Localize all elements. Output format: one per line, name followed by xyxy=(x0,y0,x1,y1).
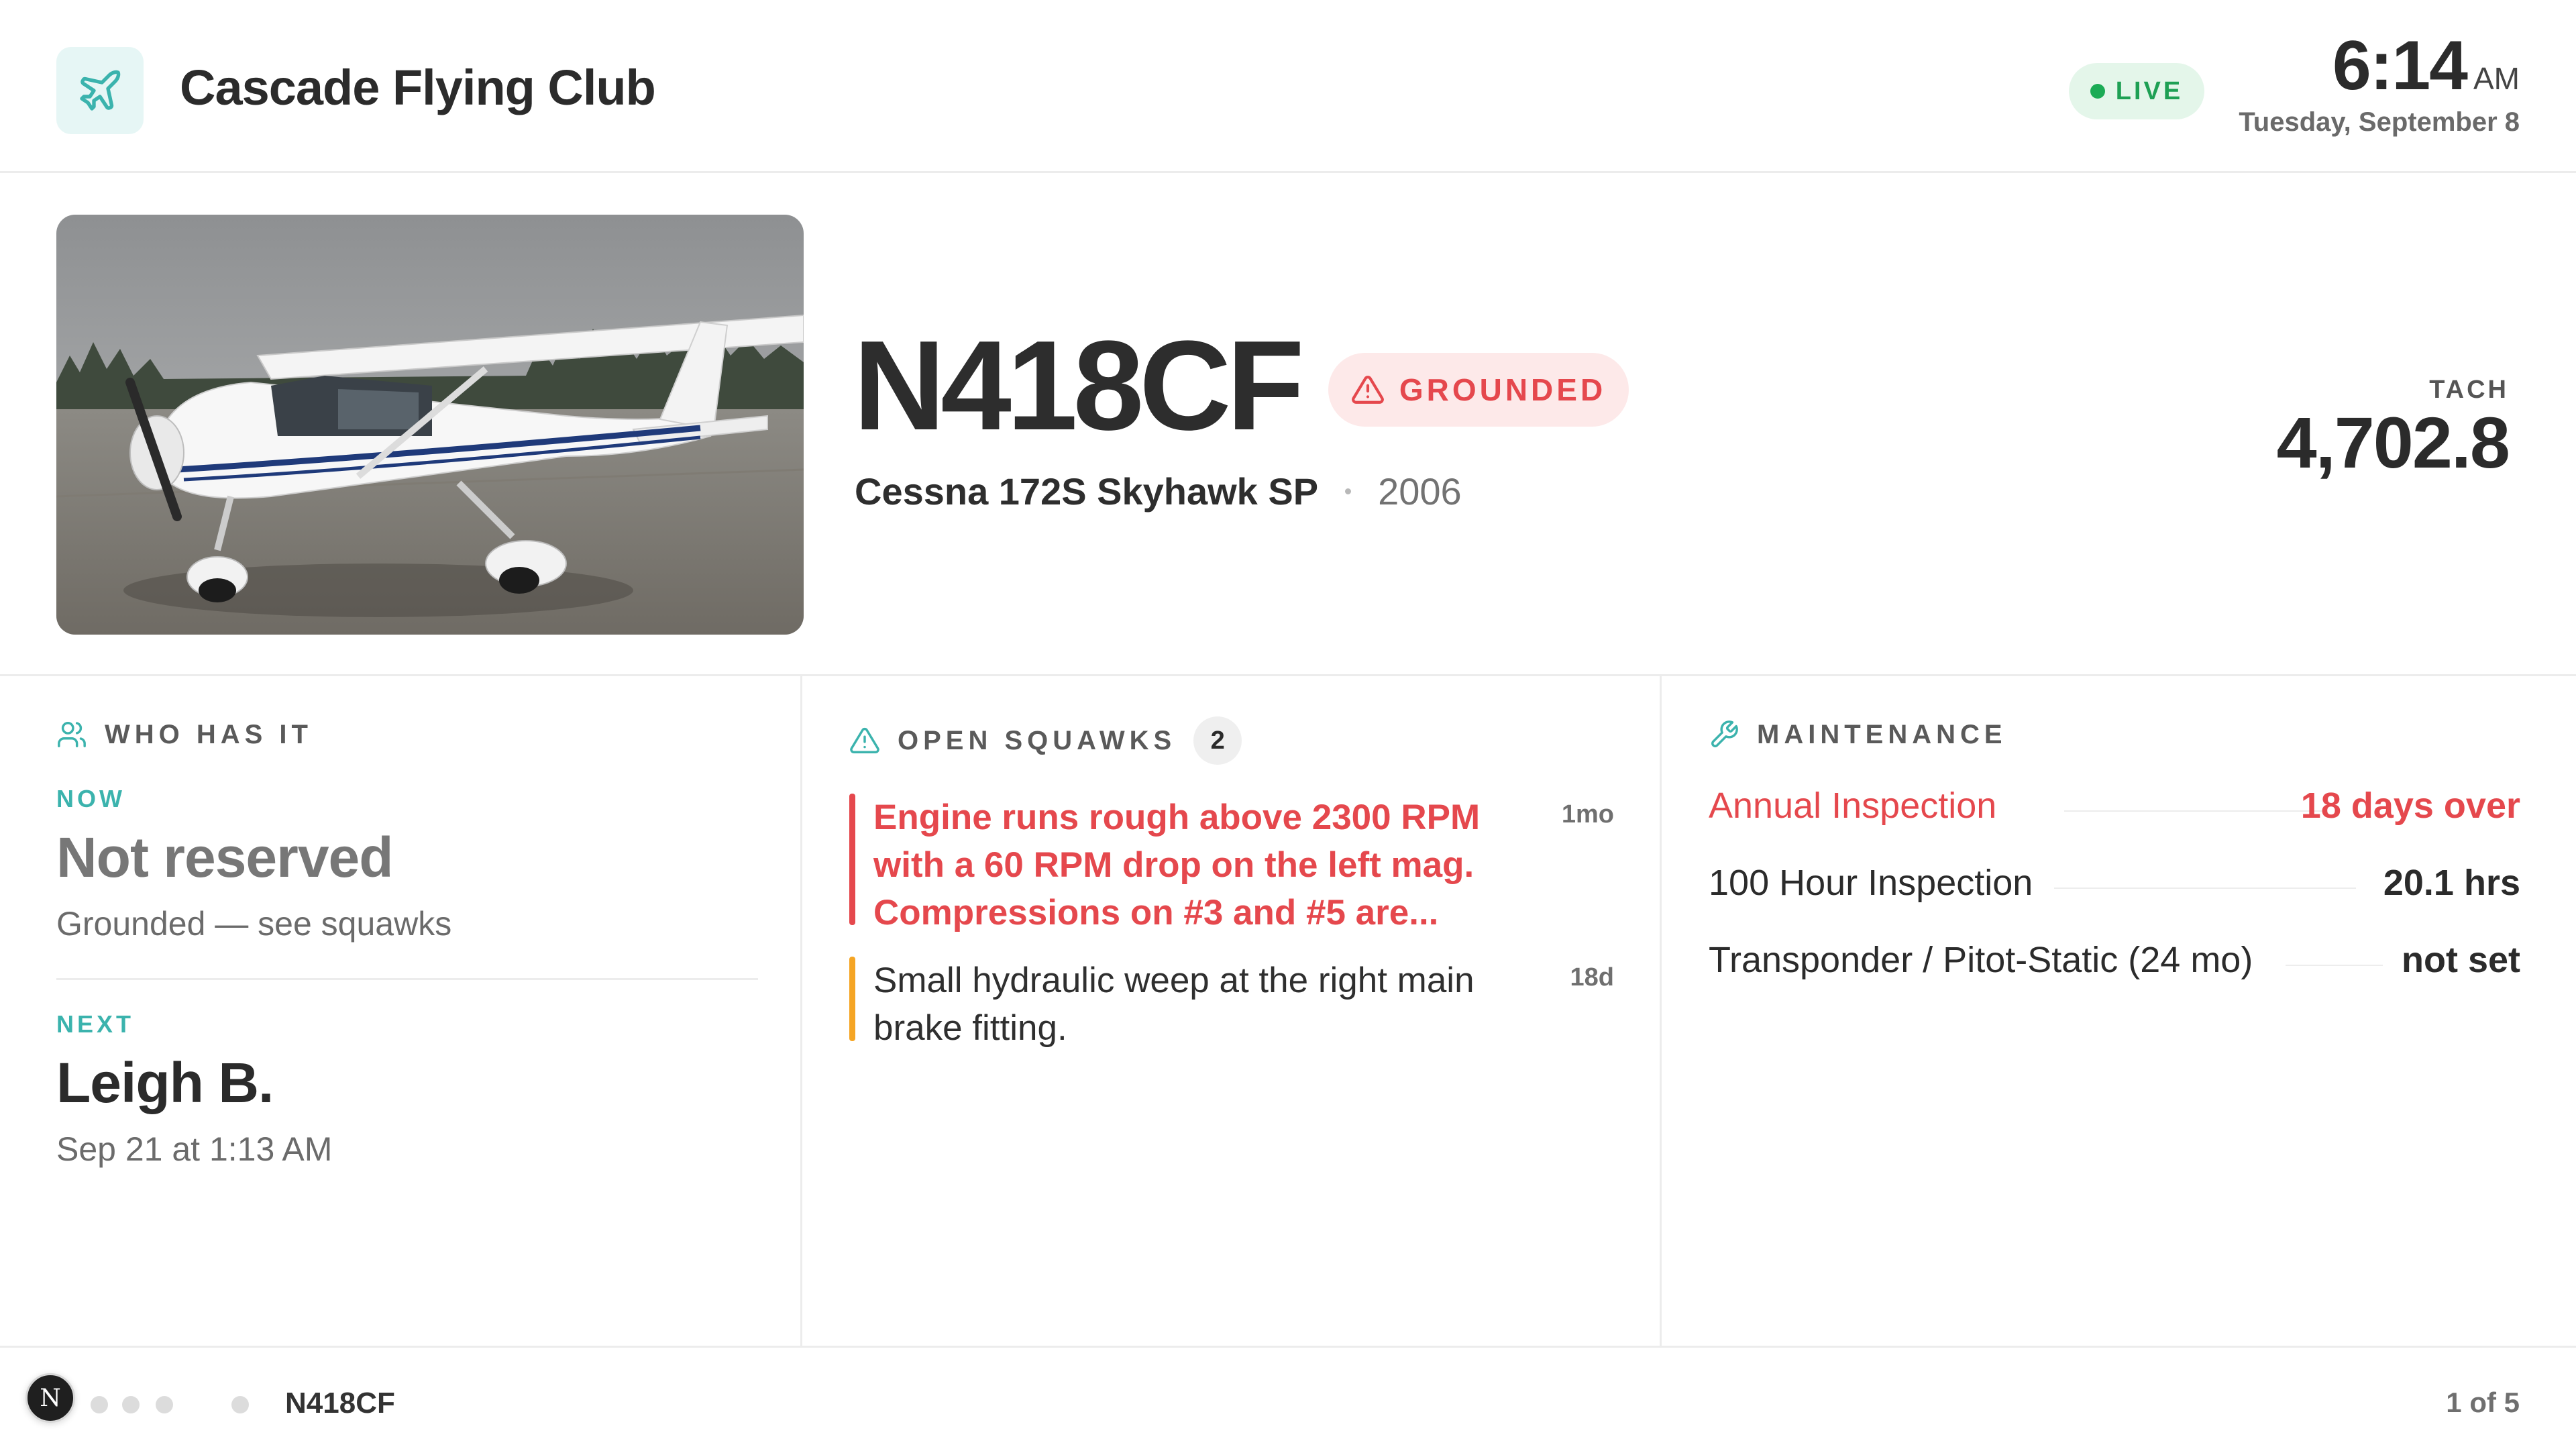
airplane-icon xyxy=(80,70,121,111)
open-squawks-header: OPEN SQUAWKS 2 xyxy=(849,716,1242,765)
squawk-item[interactable]: Engine runs rough above 2300 RPM with a … xyxy=(849,794,1614,932)
severity-bar xyxy=(849,957,855,1041)
wrench-icon xyxy=(1711,720,1738,747)
squawk-text: Small hydraulic weep at the right main b… xyxy=(873,961,1474,1048)
maintenance-item-name: Transponder / Pitot-Static (24 mo) xyxy=(1709,940,2253,980)
clock-time: 6:14 xyxy=(2332,27,2468,105)
users-icon xyxy=(58,722,86,747)
squawk-age: 18d xyxy=(1570,963,1614,991)
live-label: LIVE xyxy=(2115,76,2184,105)
page-dot[interactable] xyxy=(91,1396,108,1413)
who-has-it-header: WHO HAS IT xyxy=(56,719,313,750)
page-dot[interactable] xyxy=(156,1396,173,1413)
footer-tail-number: N418CF xyxy=(285,1387,395,1419)
squawk-age: 1mo xyxy=(1561,800,1614,828)
tail-number: N418CF xyxy=(853,315,1304,457)
maintenance-header: MAINTENANCE xyxy=(1709,719,2007,750)
leader-line xyxy=(2064,810,2326,812)
club-logo xyxy=(56,47,144,134)
panel-divider xyxy=(56,978,758,980)
leader-line xyxy=(2054,888,2356,889)
maintenance-item-name: Annual Inspection xyxy=(1709,786,1997,826)
maintenance-title: MAINTENANCE xyxy=(1757,719,2007,749)
squawk-count-badge: 2 xyxy=(1193,716,1242,765)
page-dot[interactable] xyxy=(122,1396,140,1413)
now-label: NOW xyxy=(56,785,125,812)
clock-date: Tuesday, September 8 xyxy=(2239,107,2520,137)
live-badge: LIVE xyxy=(2069,63,2204,119)
club-name: Cascade Flying Club xyxy=(180,60,656,115)
aircraft-model-line: Cessna 172S Skyhawk SP 2006 xyxy=(855,470,1462,513)
tach-value: 4,702.8 xyxy=(2276,402,2510,483)
warning-triangle-icon xyxy=(1351,376,1384,404)
page-indicator: 1 of 5 xyxy=(2446,1387,2520,1418)
next-label: NEXT xyxy=(56,1010,135,1038)
grounded-label: GROUNDED xyxy=(1399,372,1607,407)
aircraft-model: Cessna 172S Skyhawk SP xyxy=(855,470,1319,513)
info-panels: WHO HAS IT NOW Not reserved Grounded — s… xyxy=(0,676,2576,1346)
maintenance-item-value: not set xyxy=(2401,940,2520,980)
severity-bar xyxy=(849,794,855,925)
footer-bar: N N418CF 1 of 5 xyxy=(0,1346,2576,1449)
aircraft-hero: N418CF GROUNDED Cessna 172S Skyhawk SP 2… xyxy=(0,173,2576,676)
leader-line xyxy=(2286,965,2383,966)
grounded-status-badge: GROUNDED xyxy=(1328,353,1629,427)
clock-ampm: AM xyxy=(2473,61,2520,96)
live-dot-icon xyxy=(2090,84,2105,99)
open-squawks-panel: OPEN SQUAWKS 2 Engine runs rough above 2… xyxy=(802,676,1662,1346)
next-reservation-name: Leigh B. xyxy=(56,1051,274,1114)
maintenance-item-value: 20.1 hrs xyxy=(2383,863,2520,903)
aircraft-year: 2006 xyxy=(1378,470,1462,513)
squawk-text: Engine runs rough above 2300 RPM with a … xyxy=(873,798,1481,932)
now-subtext: Grounded — see squawks xyxy=(56,905,452,943)
warning-triangle-icon xyxy=(850,728,879,753)
aircraft-photo xyxy=(56,215,804,635)
clock: 6:14 AM Tuesday, September 8 xyxy=(2239,31,2520,138)
n-badge-icon[interactable]: N xyxy=(25,1373,75,1423)
tach-readout: TACH 4,702.8 xyxy=(2276,376,2510,483)
squawk-item[interactable]: Small hydraulic weep at the right main b… xyxy=(849,957,1614,1057)
maintenance-row-transponder[interactable]: Transponder / Pitot-Static (24 mo) not s… xyxy=(1709,936,2520,983)
open-squawks-title: OPEN SQUAWKS xyxy=(898,725,1177,755)
maintenance-row-annual[interactable]: Annual Inspection 18 days over xyxy=(1709,782,2520,829)
page-dot[interactable] xyxy=(231,1396,249,1413)
header-bar: Cascade Flying Club LIVE 6:14 AM Tuesday,… xyxy=(0,0,2576,173)
separator-dot xyxy=(1345,488,1352,494)
who-has-it-title: WHO HAS IT xyxy=(105,719,313,749)
next-reservation-time: Sep 21 at 1:13 AM xyxy=(56,1130,333,1168)
maintenance-item-name: 100 Hour Inspection xyxy=(1709,863,2033,903)
maintenance-panel: MAINTENANCE Annual Inspection 18 days ov… xyxy=(1662,676,2576,1346)
who-has-it-panel: WHO HAS IT NOW Not reserved Grounded — s… xyxy=(0,676,802,1346)
maintenance-row-100hr[interactable]: 100 Hour Inspection 20.1 hrs xyxy=(1709,859,2520,906)
now-status: Not reserved xyxy=(56,826,394,889)
tach-label: TACH xyxy=(2429,376,2509,404)
maintenance-item-value: 18 days over xyxy=(2300,786,2520,826)
